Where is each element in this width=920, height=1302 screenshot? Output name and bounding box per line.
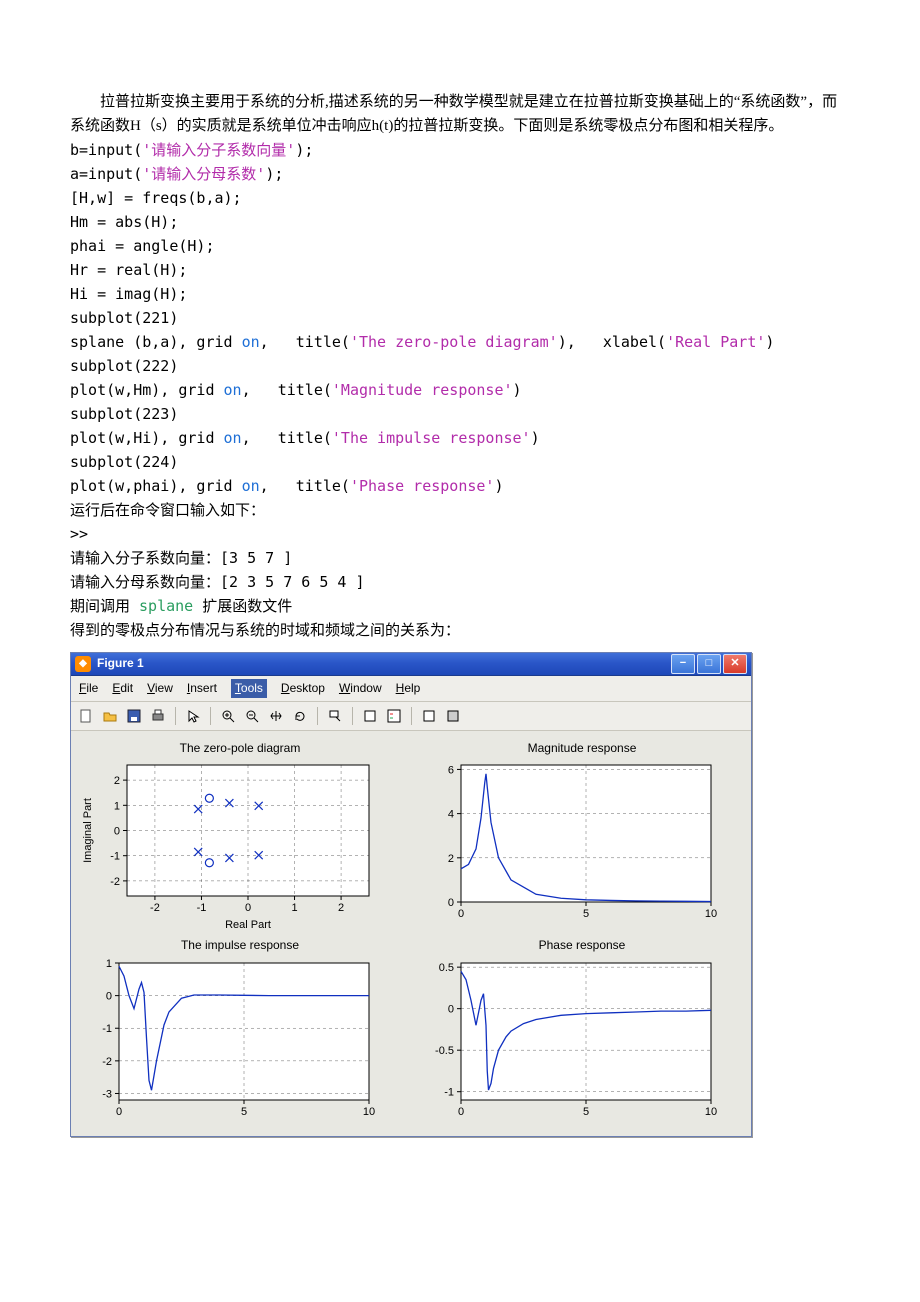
toolbar <box>71 702 751 731</box>
zoom-in-icon[interactable] <box>217 705 239 727</box>
subplot-223: The impulse response 0510-3-2-101 <box>79 936 401 1127</box>
svg-text:-2: -2 <box>110 876 120 888</box>
svg-text:-1: -1 <box>110 851 120 863</box>
menu-tools[interactable]: Tools <box>231 679 267 698</box>
svg-text:10: 10 <box>705 908 717 920</box>
svg-text:0: 0 <box>106 990 112 1002</box>
menu-desktop[interactable]: Desktop <box>281 679 325 698</box>
svg-text:5: 5 <box>583 908 589 920</box>
menubar[interactable]: File Edit View Insert Tools Desktop Wind… <box>71 676 751 702</box>
svg-text:-2: -2 <box>150 902 160 914</box>
svg-text:0: 0 <box>458 1106 464 1118</box>
svg-text:6: 6 <box>448 765 454 777</box>
subplot-221: The zero-pole diagram -2-1012-2-1012Real… <box>79 739 401 930</box>
menu-view[interactable]: View <box>147 679 173 698</box>
print-icon[interactable] <box>147 705 169 727</box>
minimize-button[interactable]: − <box>671 654 695 674</box>
svg-text:-1: -1 <box>197 902 207 914</box>
close-button[interactable]: ✕ <box>723 654 747 674</box>
svg-text:5: 5 <box>583 1106 589 1118</box>
svg-text:-1: -1 <box>444 1086 454 1098</box>
run-output: 运行后在命令窗口输入如下： >> 请输入分子系数向量：[3 5 7 ] 请输入分… <box>70 498 850 642</box>
data-cursor-icon[interactable] <box>324 705 346 727</box>
axes-icon[interactable] <box>418 705 440 727</box>
svg-text:-2: -2 <box>102 1055 112 1067</box>
colorbar-icon[interactable] <box>359 705 381 727</box>
menu-edit[interactable]: Edit <box>112 679 133 698</box>
svg-text:2: 2 <box>338 902 344 914</box>
subplot-224: Phase response 0510-1-0.500.5 <box>421 936 743 1127</box>
svg-text:0: 0 <box>114 826 120 838</box>
menu-window[interactable]: Window <box>339 679 382 698</box>
grid-icon[interactable] <box>442 705 464 727</box>
svg-text:0: 0 <box>448 1003 454 1015</box>
matlab-logo-icon: ◆ <box>75 656 91 672</box>
intro-paragraph: 拉普拉斯变换主要用于系统的分析,描述系统的另一种数学模型就是建立在拉普拉斯变换基… <box>70 90 850 138</box>
svg-text:Imaginal Part: Imaginal Part <box>82 798 94 863</box>
save-icon[interactable] <box>123 705 145 727</box>
svg-text:0.5: 0.5 <box>439 962 454 974</box>
svg-text:0: 0 <box>448 897 454 909</box>
matlab-code: b=input('请输入分子系数向量'); a=input('请输入分母系数')… <box>70 138 850 498</box>
window-title: Figure 1 <box>97 654 144 673</box>
open-icon[interactable] <box>99 705 121 727</box>
svg-text:Real Part: Real Part <box>225 919 271 930</box>
pan-icon[interactable] <box>265 705 287 727</box>
svg-text:-3: -3 <box>102 1088 112 1100</box>
svg-text:1: 1 <box>106 958 112 970</box>
legend-icon[interactable] <box>383 705 405 727</box>
pointer-icon[interactable] <box>182 705 204 727</box>
matlab-figure-window: ◆ Figure 1 − □ ✕ File Edit View Insert T… <box>70 652 752 1137</box>
svg-text:2: 2 <box>448 853 454 865</box>
menu-file[interactable]: File <box>79 679 98 698</box>
svg-text:5: 5 <box>241 1106 247 1118</box>
zoom-out-icon[interactable] <box>241 705 263 727</box>
svg-text:10: 10 <box>705 1106 717 1118</box>
svg-text:-1: -1 <box>102 1023 112 1035</box>
svg-text:1: 1 <box>291 902 297 914</box>
svg-text:0: 0 <box>458 908 464 920</box>
subplot-222: Magnitude response 05100246 <box>421 739 743 930</box>
svg-text:2: 2 <box>114 775 120 787</box>
svg-text:0: 0 <box>116 1106 122 1118</box>
menu-insert[interactable]: Insert <box>187 679 217 698</box>
menu-help[interactable]: Help <box>396 679 421 698</box>
svg-text:-0.5: -0.5 <box>435 1045 454 1057</box>
svg-text:1: 1 <box>114 801 120 813</box>
maximize-button[interactable]: □ <box>697 654 721 674</box>
svg-text:0: 0 <box>245 902 251 914</box>
rotate-icon[interactable] <box>289 705 311 727</box>
svg-text:4: 4 <box>448 809 454 821</box>
window-titlebar[interactable]: ◆ Figure 1 − □ ✕ <box>71 653 751 676</box>
new-icon[interactable] <box>75 705 97 727</box>
svg-text:10: 10 <box>363 1106 375 1118</box>
